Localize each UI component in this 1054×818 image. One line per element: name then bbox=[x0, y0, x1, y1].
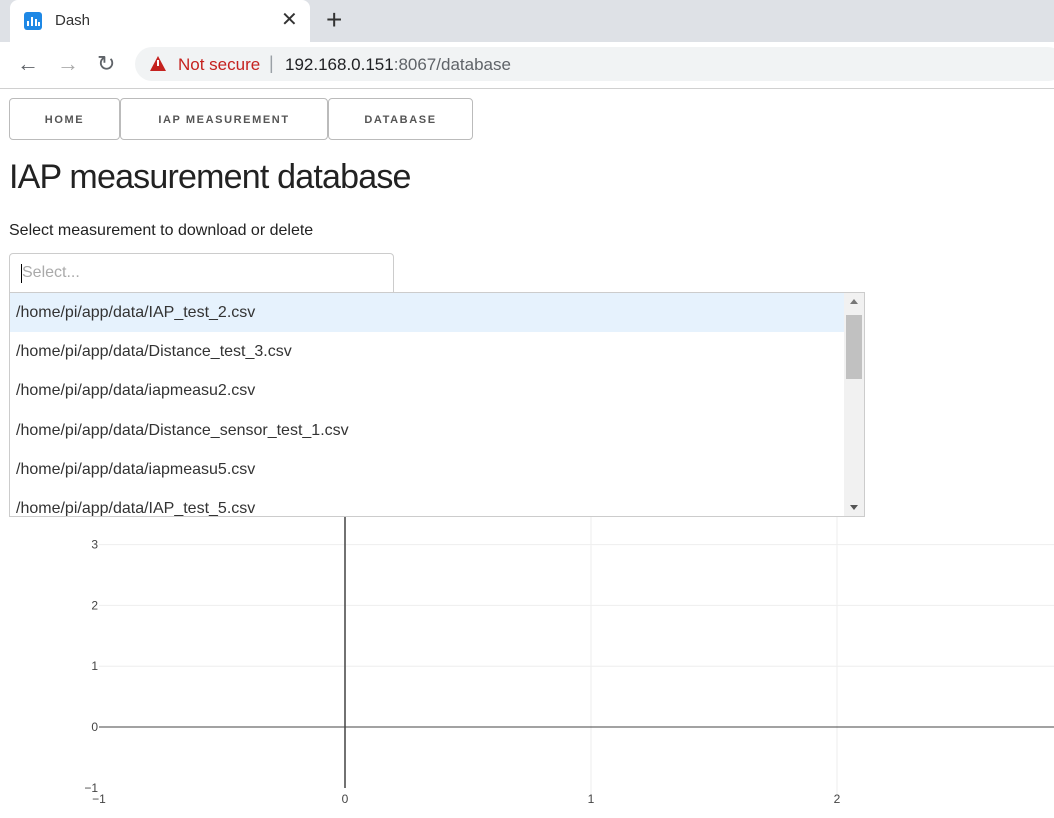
browser-tab[interactable]: Dash ✕ bbox=[10, 0, 310, 42]
address-bar[interactable]: Not secure | 192.168.0.151:8067/database bbox=[135, 47, 1054, 81]
x-tick-label: 0 bbox=[342, 792, 349, 806]
browser-toolbar: ← → ↻ Not secure | 192.168.0.151:8067/da… bbox=[0, 42, 1054, 89]
y-tick-label: 0 bbox=[91, 720, 98, 734]
not-secure-label: Not secure bbox=[178, 55, 261, 74]
new-tab-icon[interactable]: + bbox=[326, 6, 342, 34]
y-tick-label: 3 bbox=[91, 538, 98, 552]
dropdown-option[interactable]: /home/pi/app/data/iapmeasu2.csv bbox=[10, 371, 844, 410]
dropdown-option[interactable]: /home/pi/app/data/IAP_test_5.csv bbox=[10, 489, 844, 516]
tab-strip: Dash ✕ + bbox=[0, 0, 1054, 42]
tab-title: Dash bbox=[55, 12, 91, 29]
measurement-select[interactable]: Select... bbox=[9, 253, 394, 293]
scroll-down-icon[interactable] bbox=[850, 505, 858, 510]
dropdown-menu: /home/pi/app/data/IAP_test_2.csv /home/p… bbox=[9, 292, 865, 517]
url-text: 192.168.0.151:8067/database bbox=[285, 55, 511, 75]
x-tick-label: 1 bbox=[588, 792, 595, 806]
dropdown-option[interactable]: /home/pi/app/data/IAP_test_2.csv bbox=[10, 293, 844, 332]
select-placeholder: Select... bbox=[22, 264, 80, 281]
scroll-up-icon[interactable] bbox=[850, 299, 858, 304]
reload-icon[interactable]: ↻ bbox=[97, 52, 115, 76]
url-host: 192.168.0.151 bbox=[285, 55, 394, 74]
warning-icon bbox=[150, 56, 166, 71]
text-caret bbox=[21, 264, 22, 283]
y-tick-label: 1 bbox=[91, 659, 98, 673]
dropdown-option[interactable]: /home/pi/app/data/Distance_sensor_test_1… bbox=[10, 411, 844, 450]
page-title: IAP measurement database bbox=[9, 158, 411, 196]
iap-measurement-button[interactable]: IAP MEASUREMENT bbox=[120, 98, 328, 140]
y-tick-label: −1 bbox=[84, 781, 98, 795]
dropdown-option[interactable]: /home/pi/app/data/Distance_test_3.csv bbox=[10, 332, 844, 371]
close-tab-icon[interactable]: ✕ bbox=[281, 9, 298, 31]
y-tick-label: 2 bbox=[91, 598, 98, 612]
empty-graph: −1 0 1 23210−1 bbox=[84, 517, 1054, 806]
forward-arrow-icon[interactable]: → bbox=[57, 52, 79, 76]
back-arrow-icon[interactable]: ← bbox=[17, 52, 39, 76]
select-label: Select measurement to download or delete bbox=[9, 222, 314, 239]
database-button[interactable]: DATABASE bbox=[328, 98, 473, 140]
dash-favicon-icon bbox=[24, 12, 42, 30]
dropdown-option[interactable]: /home/pi/app/data/iapmeasu5.csv bbox=[10, 450, 844, 489]
omnibox-separator: | bbox=[269, 53, 274, 73]
url-path: :8067/database bbox=[393, 55, 511, 74]
dropdown-scrollbar[interactable] bbox=[844, 293, 864, 516]
home-button[interactable]: HOME bbox=[9, 98, 120, 140]
scroll-thumb[interactable] bbox=[846, 315, 862, 379]
x-tick-label: 2 bbox=[834, 792, 841, 806]
